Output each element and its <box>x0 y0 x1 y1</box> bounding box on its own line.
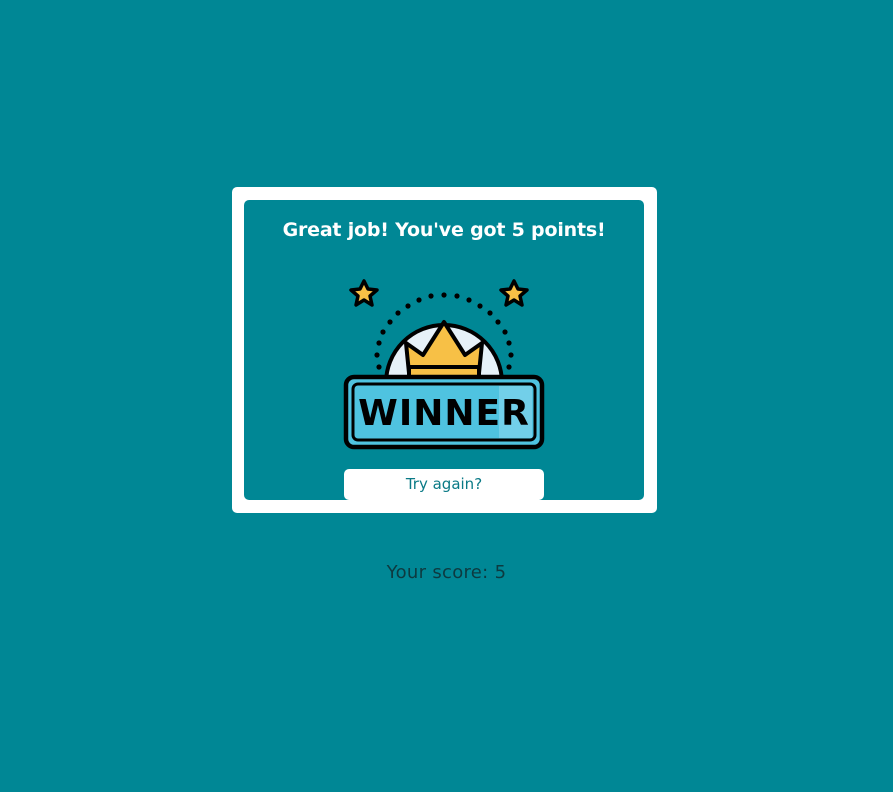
result-card: Great job! You've got 5 points! WINNER T… <box>232 187 657 513</box>
game-screen: Great job! You've got 5 points! WINNER T… <box>0 0 893 792</box>
result-message: Great job! You've got 5 points! <box>282 219 606 241</box>
star-icon <box>499 279 529 307</box>
winner-badge-icon: WINNER <box>343 279 545 450</box>
score-text: Your score: 5 <box>386 562 507 583</box>
winner-text: WINNER <box>358 393 530 434</box>
try-again-button[interactable]: Try again? <box>344 469 544 500</box>
star-icon <box>349 279 379 307</box>
result-card-body: Great job! You've got 5 points! WINNER T… <box>244 200 644 500</box>
